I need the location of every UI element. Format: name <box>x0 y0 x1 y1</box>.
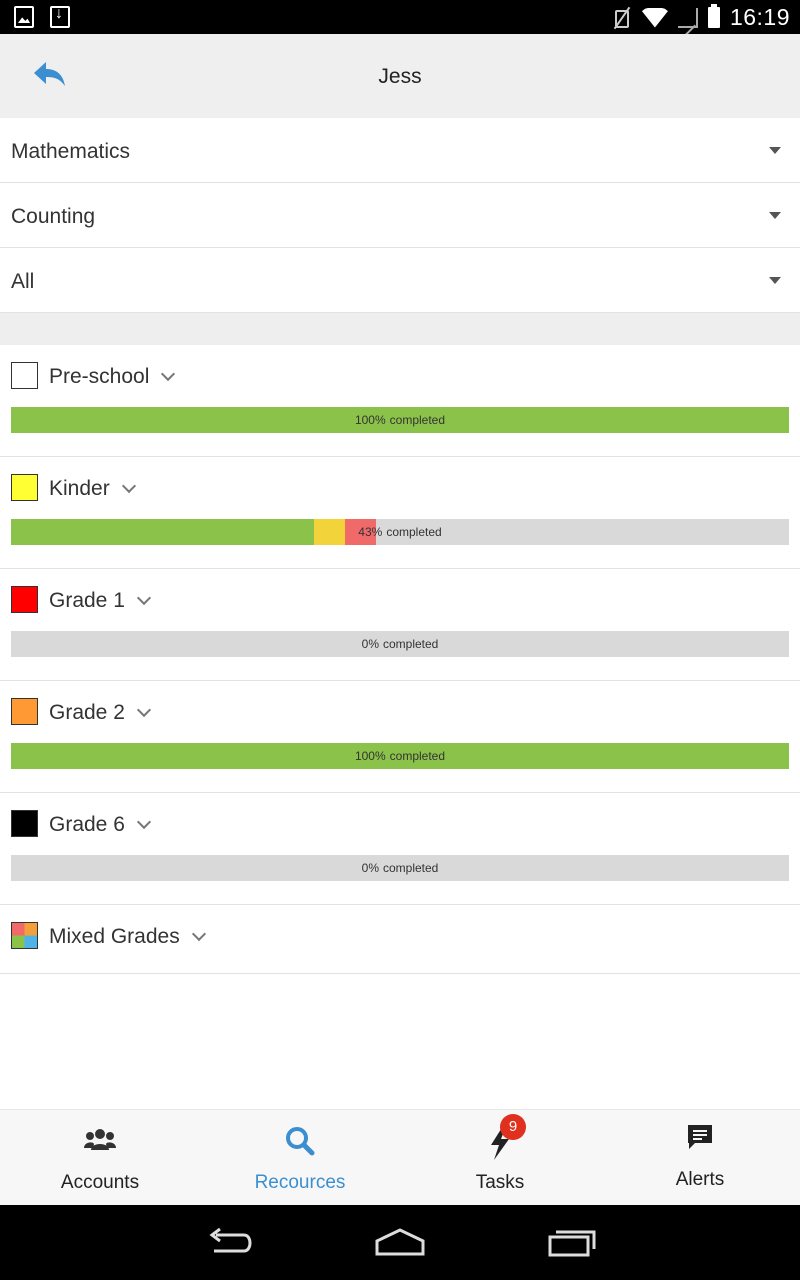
system-nav-bar <box>0 1205 800 1280</box>
progress-bar: 100% completed <box>11 407 789 433</box>
progress-text: 100% completed <box>11 413 789 427</box>
progress-bar: 43% completed <box>11 519 789 545</box>
topic-select-value: Counting <box>11 205 96 228</box>
chevron-down-icon <box>191 926 206 942</box>
grade-toggle[interactable]: Grade 6 <box>49 813 151 837</box>
system-recents-button[interactable] <box>542 1225 602 1261</box>
grade-section-grade-1: Grade 1 0% completed <box>0 569 800 681</box>
system-back-button[interactable] <box>200 1225 260 1261</box>
clock: 16:19 <box>729 4 790 30</box>
grade-label: Mixed Grades <box>49 925 180 948</box>
grade-toggle[interactable]: Kinder <box>49 477 136 501</box>
progress-completed-label: completed <box>389 413 446 427</box>
grade-section-grade-2: Grade 2 100% completed <box>0 681 800 793</box>
grade-label: Grade 1 <box>49 589 125 612</box>
dropdown-caret-icon <box>769 147 781 154</box>
progress-text: 100% completed <box>11 749 789 763</box>
grade-color-swatch <box>11 586 38 613</box>
chevron-down-icon <box>161 366 176 382</box>
grade-color-swatch <box>11 922 38 949</box>
grade-color-swatch <box>11 698 38 725</box>
progress-bar: 100% completed <box>11 743 789 769</box>
dropdown-caret-icon <box>769 212 781 219</box>
progress-text: 43% completed <box>11 525 789 539</box>
progress-text: 0% completed <box>11 637 789 651</box>
section-divider <box>0 313 800 345</box>
grade-toggle[interactable]: Grade 2 <box>49 701 151 725</box>
progress-percent: 100% <box>354 749 386 763</box>
page-title: Jess <box>378 65 422 88</box>
tab-label: Recources <box>254 1172 346 1193</box>
progress-percent: 0% <box>361 861 379 875</box>
recents-icon <box>548 1230 596 1257</box>
battery-icon <box>707 4 720 28</box>
progress-percent: 43% <box>358 525 383 539</box>
grade-label: Grade 2 <box>49 701 125 724</box>
progress-completed-label: completed <box>389 749 446 763</box>
tab-label: Accounts <box>60 1172 140 1193</box>
scope-select-value: All <box>11 270 35 293</box>
grade-section-preschool: Pre-school 100% completed <box>0 345 800 457</box>
scope-select[interactable]: All <box>0 248 800 313</box>
tab-label: Tasks <box>475 1172 525 1193</box>
tab-label: Alerts <box>675 1169 725 1190</box>
grade-section-mixed-grades: Mixed Grades <box>0 905 800 974</box>
tasks-badge: 9 <box>500 1114 526 1140</box>
progress-text: 0% completed <box>11 861 789 875</box>
search-icon <box>286 1127 315 1156</box>
progress-completed-label: completed <box>382 861 439 875</box>
bottom-tab-bar: Accounts Recources 9 Tasks Alerts <box>0 1109 800 1205</box>
chevron-down-icon <box>136 590 151 606</box>
progress-completed-label: completed <box>386 525 442 539</box>
subject-select[interactable]: Mathematics <box>0 118 800 183</box>
chevron-down-icon <box>136 814 151 830</box>
grade-color-swatch <box>11 362 38 389</box>
chevron-down-icon <box>121 478 136 494</box>
grade-toggle[interactable]: Pre-school <box>49 365 176 389</box>
progress-bar: 0% completed <box>11 631 789 657</box>
chevron-down-icon <box>136 702 151 718</box>
grade-toggle[interactable]: Grade 1 <box>49 589 151 613</box>
grade-color-swatch <box>11 810 38 837</box>
tab-recources[interactable]: Recources <box>200 1110 400 1206</box>
progress-percent: 100% <box>354 413 386 427</box>
signal-icon <box>677 7 698 28</box>
system-home-button[interactable] <box>370 1225 430 1261</box>
chat-bubble-icon <box>688 1125 712 1149</box>
dropdown-caret-icon <box>769 277 781 284</box>
grade-section-kinder: Kinder 43% completed <box>0 457 800 569</box>
tab-tasks[interactable]: 9 Tasks <box>400 1110 600 1206</box>
download-notification-icon <box>50 5 70 28</box>
grade-color-swatch <box>11 474 38 501</box>
status-bar: 16:19 <box>0 0 800 34</box>
home-icon <box>375 1228 425 1256</box>
image-notification-icon <box>14 6 34 28</box>
back-arrow-icon <box>209 1227 252 1253</box>
progress-percent: 0% <box>361 637 379 651</box>
subject-select-value: Mathematics <box>11 140 131 163</box>
grade-label: Grade 6 <box>49 813 125 836</box>
grade-label: Kinder <box>49 477 110 500</box>
people-icon <box>84 1129 116 1150</box>
grade-section-grade-6: Grade 6 0% completed <box>0 793 800 905</box>
wifi-icon <box>641 7 668 28</box>
app-header: Jess <box>0 34 800 118</box>
tab-alerts[interactable]: Alerts <box>600 1110 800 1206</box>
grade-label: Pre-school <box>49 365 150 388</box>
topic-select[interactable]: Counting <box>0 183 800 248</box>
mute-icon <box>612 7 632 29</box>
grade-toggle[interactable]: Mixed Grades <box>49 925 206 949</box>
progress-completed-label: completed <box>382 637 439 651</box>
tab-accounts[interactable]: Accounts <box>0 1110 200 1206</box>
progress-bar: 0% completed <box>11 855 789 881</box>
